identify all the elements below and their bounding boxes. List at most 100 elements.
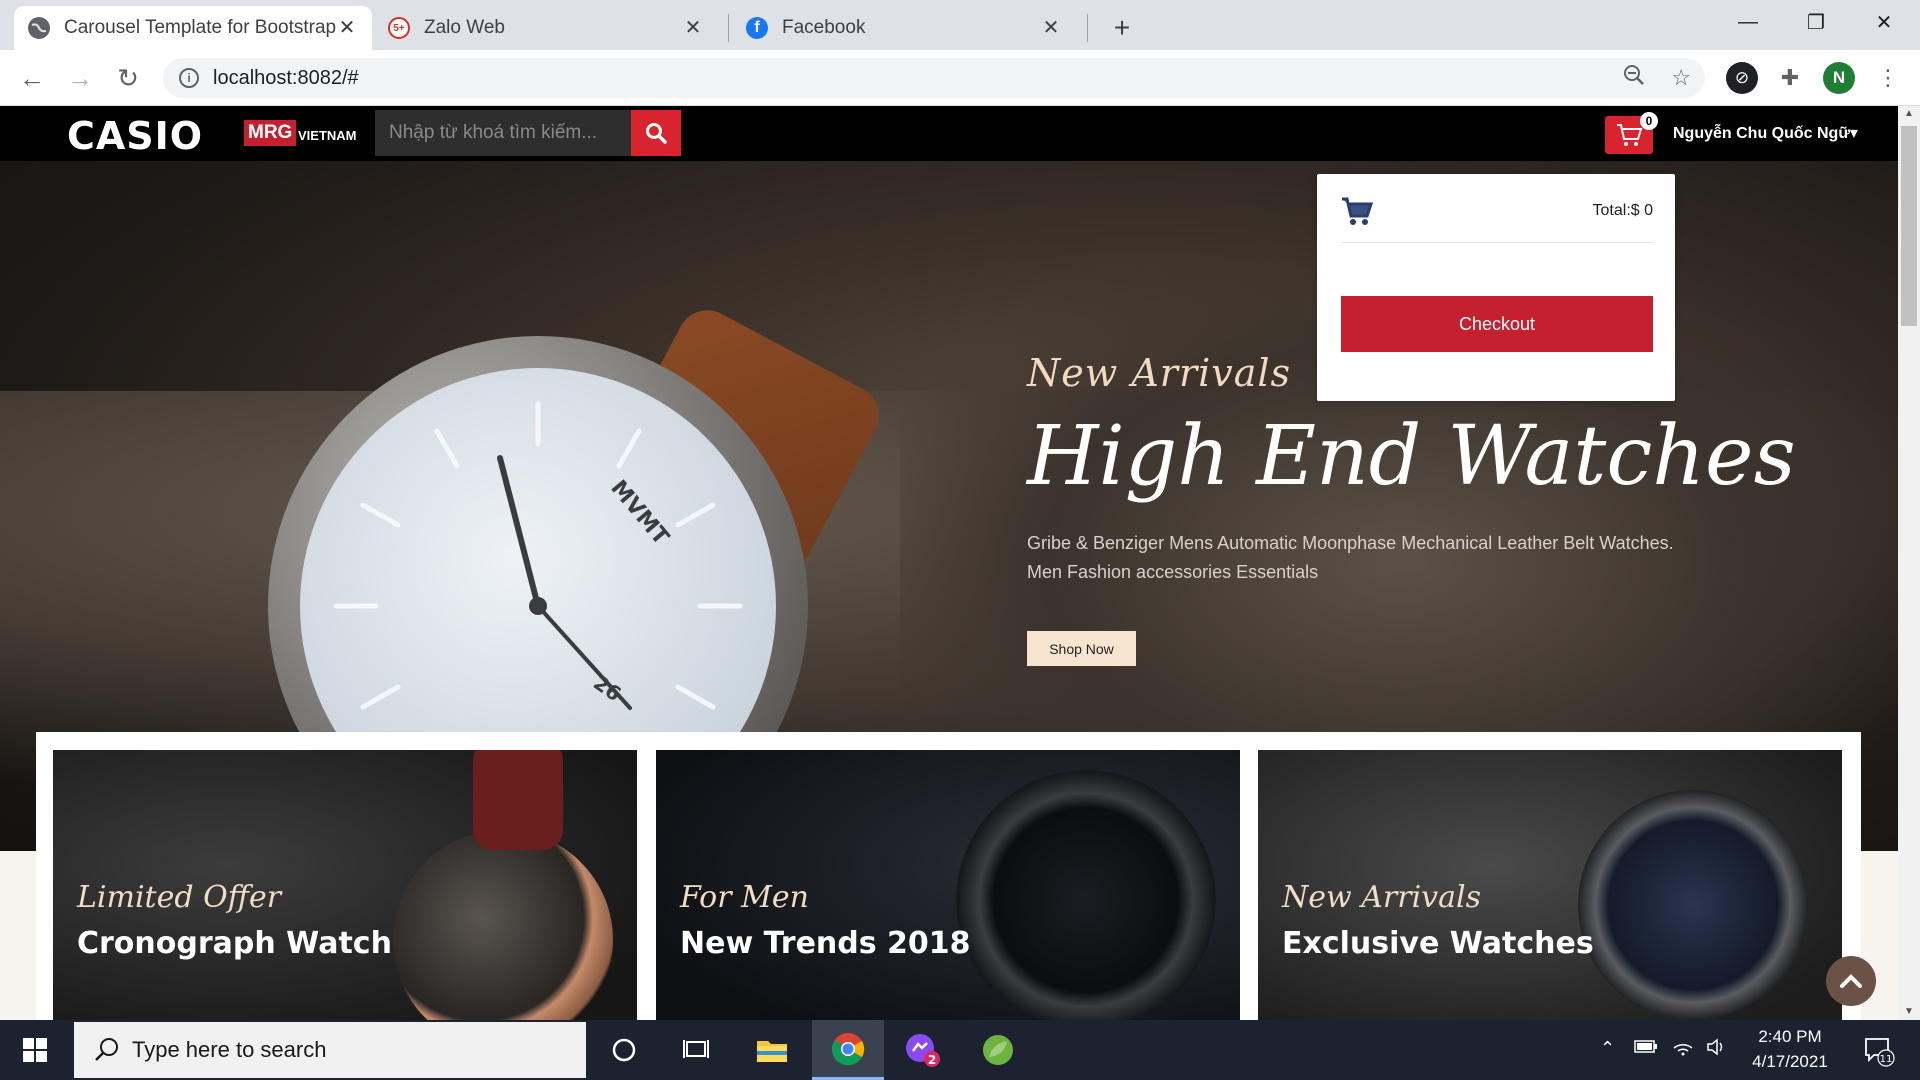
tab-divider [728, 14, 729, 42]
hero-description-line: Gribe & Benziger Mens Automatic Moonphas… [1027, 533, 1674, 553]
divider [1341, 242, 1653, 243]
chevron-up-icon [1840, 974, 1862, 988]
page-scrollbar[interactable]: ▲ ▼ [1898, 106, 1920, 1020]
file-explorer-icon[interactable] [736, 1020, 808, 1080]
cart-total: Total:$ 0 [1592, 202, 1653, 219]
profile-avatar[interactable]: N [1823, 62, 1855, 94]
restore-button[interactable]: ❐ [1782, 0, 1850, 44]
chevron-up-icon[interactable]: ⌃ [1600, 1038, 1615, 1059]
cortana-icon[interactable] [588, 1020, 660, 1080]
cart-icon [1617, 124, 1643, 146]
user-menu[interactable]: Nguyễn Chu Quốc Ngữ▾ [1673, 123, 1858, 143]
forward-button[interactable]: → [62, 60, 98, 96]
close-icon[interactable]: ✕ [1040, 17, 1062, 39]
minimize-button[interactable]: — [1714, 0, 1782, 44]
scroll-up-arrow[interactable]: ▲ [1898, 106, 1920, 122]
scroll-down-arrow[interactable]: ▼ [1898, 1004, 1920, 1020]
cart-count-badge: 0 [1640, 112, 1658, 130]
reload-button[interactable]: ↻ [110, 60, 146, 96]
notification-center-button[interactable]: 11 [1858, 1028, 1898, 1072]
brand-subtitle: VIETNAM [298, 128, 357, 143]
cart-icon [1341, 196, 1374, 231]
page-viewport: MVMT 26 New Arrivals High End Watches Gr… [0, 106, 1898, 1020]
hero-title: High End Watches [1027, 409, 1796, 504]
browser-tab-strip: Carousel Template for Bootstrap ✕ 5+ Zal… [0, 0, 1920, 50]
back-to-top-button[interactable] [1826, 956, 1876, 1006]
watch-image [393, 830, 613, 1020]
shop-now-button[interactable]: Shop Now [1027, 631, 1136, 666]
tab-facebook[interactable]: f Facebook ✕ [732, 6, 1076, 50]
close-icon[interactable]: ✕ [336, 17, 358, 39]
spring-tool-icon[interactable] [962, 1020, 1034, 1080]
clock-date: 4/17/2021 [1752, 1052, 1828, 1071]
product-cards: Limited Offer Cronograph Watch For Men N… [36, 732, 1861, 1020]
zoom-icon[interactable] [1623, 64, 1645, 92]
casio-logo[interactable]: CASIO [67, 114, 203, 158]
notification-count: 11 [1880, 1054, 1893, 1065]
search-button[interactable] [631, 110, 681, 156]
clock-time: 2:40 PM [1758, 1027, 1822, 1046]
puzzle-icon[interactable]: ✚ [1774, 62, 1806, 94]
card-title: Cronograph Watch [77, 926, 392, 961]
card-title: Exclusive Watches [1282, 926, 1594, 961]
messenger-icon[interactable]: 2 [886, 1020, 958, 1080]
tab-carousel[interactable]: Carousel Template for Bootstrap ✕ [14, 6, 372, 50]
product-card[interactable]: New Arrivals Exclusive Watches [1258, 750, 1842, 1020]
watch-date-text: 26 [589, 670, 626, 706]
taskbar-search[interactable]: Type here to search [74, 1022, 586, 1078]
product-card[interactable]: For Men New Trends 2018 [656, 750, 1240, 1020]
taskbar-search-placeholder: Type here to search [132, 1037, 327, 1062]
card-script: Limited Offer [77, 880, 282, 915]
hero-description: Gribe & Benziger Mens Automatic Moonphas… [1027, 529, 1747, 587]
battery-icon[interactable] [1634, 1038, 1658, 1059]
site-navbar: CASIO MRG VIETNAM 0 Nguyễn Chu Quốc Ngữ▾ [0, 106, 1898, 161]
card-script: For Men [680, 880, 809, 915]
hero-subtitle: New Arrivals [1027, 351, 1292, 395]
caret-down-icon: ▾ [1849, 125, 1858, 142]
card-title: New Trends 2018 [680, 926, 971, 961]
card-script: New Arrivals [1282, 880, 1481, 915]
close-window-button[interactable]: ✕ [1850, 0, 1918, 44]
scrollbar-thumb[interactable] [1901, 126, 1917, 326]
system-clock[interactable]: 2:40 PM 4/17/2021 [1740, 1024, 1840, 1074]
notification-icon: 11 [1865, 1038, 1895, 1067]
new-tab-button[interactable]: + [1088, 6, 1156, 50]
hero-description-line: Men Fashion accessories Essentials [1027, 562, 1319, 582]
star-icon[interactable]: ☆ [1671, 65, 1691, 91]
start-button[interactable] [0, 1020, 70, 1080]
zalo-icon: 5+ [388, 17, 410, 39]
task-view-icon[interactable] [660, 1020, 732, 1080]
search-icon [646, 123, 667, 144]
watch-brand-text: MVMT [605, 476, 673, 550]
mrg-badge[interactable]: MRG [244, 120, 297, 146]
info-icon[interactable]: i [179, 68, 199, 88]
watch-image [956, 770, 1216, 1020]
close-icon[interactable]: ✕ [682, 17, 704, 39]
back-button[interactable]: ← [14, 60, 50, 96]
search-input[interactable] [375, 110, 631, 156]
windows-icon [23, 1038, 47, 1062]
wifi-icon[interactable] [1672, 1038, 1694, 1061]
address-bar[interactable]: i localhost:8082/# ☆ [163, 58, 1705, 98]
tab-title: Carousel Template for Bootstrap [64, 17, 336, 38]
cart-dropdown: Total:$ 0 Checkout [1317, 174, 1675, 401]
watch-strap [473, 750, 563, 850]
facebook-icon: f [746, 17, 768, 39]
chrome-icon[interactable] [812, 1020, 884, 1080]
menu-icon[interactable]: ⋮ [1872, 62, 1904, 94]
extension-icon[interactable]: ⊘ [1726, 62, 1758, 94]
url-text[interactable]: localhost:8082/# [213, 67, 359, 90]
windows-taskbar: Type here to search 2 ⌃ 2:40 PM 4/17/202… [0, 1020, 1920, 1080]
tab-zalo[interactable]: 5+ Zalo Web ✕ [374, 6, 718, 50]
tab-title: Zalo Web [424, 17, 505, 38]
messenger-badge: 2 [928, 1053, 936, 1067]
product-card[interactable]: Limited Offer Cronograph Watch [53, 750, 637, 1020]
tab-title: Facebook [782, 17, 866, 38]
watch-image [1578, 790, 1808, 1020]
checkout-button[interactable]: Checkout [1341, 296, 1653, 352]
globe-icon [28, 17, 50, 39]
user-name: Nguyễn Chu Quốc Ngữ [1673, 125, 1850, 142]
search-icon [95, 1038, 118, 1061]
browser-toolbar: ← → ↻ i localhost:8082/# ☆ ⊘ ✚ N ⋮ [0, 50, 1920, 106]
volume-icon[interactable] [1706, 1038, 1728, 1061]
